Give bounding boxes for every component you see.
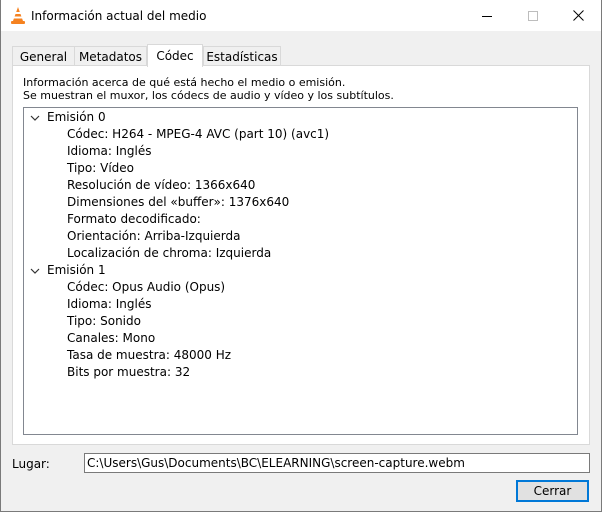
- tree-item[interactable]: Orientación: Arriba-Izquierda: [67, 228, 240, 245]
- tree-item[interactable]: Localización de chroma: Izquierda: [67, 245, 271, 262]
- title-bar[interactable]: Información actual del medio: [1, 0, 601, 31]
- tree-item[interactable]: Códec: H264 - MPEG-4 AVC (part 10) (avc1…: [67, 126, 329, 143]
- tab-codec[interactable]: Códec: [147, 44, 203, 67]
- vlc-cone-icon: [11, 7, 25, 24]
- minimize-icon: [482, 15, 492, 17]
- tree-item[interactable]: Bits por muestra: 32: [67, 364, 190, 381]
- codec-tree[interactable]: Emisión 0 Códec: H264 - MPEG-4 AVC (part…: [23, 107, 578, 435]
- tab-label: General: [19, 49, 68, 64]
- tree-item[interactable]: Formato decodificado:: [67, 211, 201, 228]
- tree-node-label: Emisión 0: [47, 110, 106, 124]
- tree-item[interactable]: Dimensiones del «buffer»: 1376x640: [67, 194, 289, 211]
- panel-description: Información acerca de qué está hecho el …: [23, 76, 583, 102]
- maximize-button[interactable]: [510, 0, 556, 31]
- media-info-window: Información actual del medio General Met…: [0, 0, 602, 512]
- close-button[interactable]: Cerrar: [516, 480, 589, 502]
- minimize-button[interactable]: [464, 0, 510, 31]
- tree-item[interactable]: Resolución de vídeo: 1366x640: [67, 177, 255, 194]
- chevron-down-icon[interactable]: [30, 266, 40, 276]
- maximize-icon: [528, 10, 538, 21]
- tree-item[interactable]: Códec: Opus Audio (Opus): [67, 279, 225, 296]
- tab-general[interactable]: General: [12, 46, 75, 66]
- tree-node-stream-1[interactable]: Emisión 1: [24, 262, 577, 279]
- tree-item[interactable]: Canales: Mono: [67, 330, 155, 347]
- close-window-button[interactable]: [555, 0, 601, 31]
- tree-item[interactable]: Tipo: Vídeo: [67, 160, 134, 177]
- description-line: Se muestran el muxor, los códecs de audi…: [23, 89, 394, 102]
- tree-item[interactable]: Tipo: Sonido: [67, 313, 141, 330]
- tree-item[interactable]: Idioma: Inglés: [67, 143, 151, 160]
- tab-label: Estadísticas: [206, 49, 278, 64]
- window-title: Información actual del medio: [31, 9, 207, 23]
- tree-item[interactable]: Tasa de muestra: 48000 Hz: [67, 347, 231, 364]
- tab-estadisticas[interactable]: Estadísticas: [203, 46, 281, 66]
- codec-panel: Información acerca de qué está hecho el …: [12, 65, 590, 445]
- location-field[interactable]: C:\Users\Gus\Documents\BC\ELEARNING\scre…: [84, 453, 590, 473]
- chevron-down-icon[interactable]: [30, 113, 40, 123]
- tab-label: Metadatos: [78, 49, 143, 64]
- description-line: Información acerca de qué está hecho el …: [23, 76, 346, 89]
- tab-label: Códec: [156, 49, 194, 63]
- tree-item[interactable]: Idioma: Inglés: [67, 296, 151, 313]
- tree-node-stream-0[interactable]: Emisión 0: [24, 109, 577, 126]
- tree-node-label: Emisión 1: [47, 263, 106, 277]
- location-label: Lugar:: [12, 457, 50, 471]
- tab-metadatos[interactable]: Metadatos: [74, 46, 147, 66]
- close-icon: [572, 10, 584, 21]
